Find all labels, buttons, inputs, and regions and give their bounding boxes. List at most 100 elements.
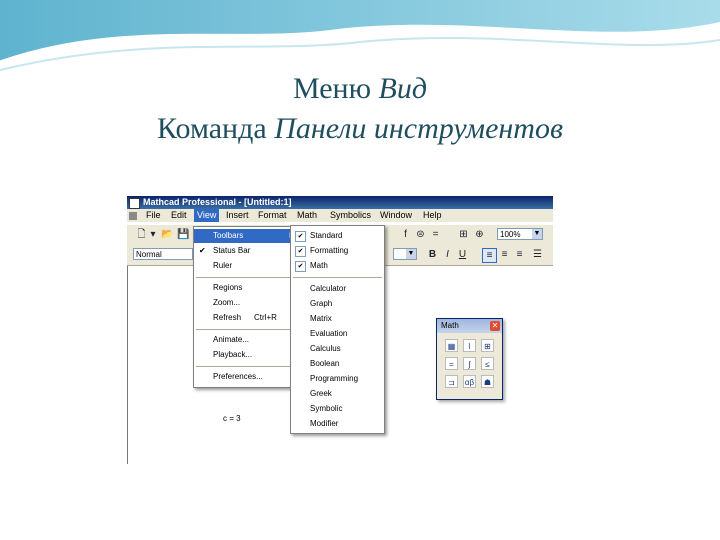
- menu-item-label: Greek: [310, 389, 332, 398]
- insert-function-icon[interactable]: f: [399, 228, 412, 241]
- chevron-down-icon[interactable]: ▼: [406, 249, 416, 259]
- calculate-icon[interactable]: =: [429, 228, 442, 241]
- view-menu-item-preferences[interactable]: Preferences...: [194, 370, 299, 384]
- menu-item-label: Playback...: [213, 350, 253, 359]
- menu-separator: [293, 277, 382, 278]
- checkmark-icon: ✔: [295, 231, 306, 242]
- align-left-icon[interactable]: ≡: [482, 248, 497, 263]
- menu-item-label: Symbolic: [310, 404, 343, 413]
- menu-item-label: Toolbars: [213, 231, 244, 240]
- menu-file[interactable]: File: [143, 209, 164, 222]
- new-dropdown-arrow-icon[interactable]: ▾: [149, 228, 157, 241]
- toolbar-item-standard[interactable]: ✔ Standard: [291, 228, 384, 243]
- graph-icon[interactable]: ⌇: [463, 339, 476, 352]
- matrix-icon[interactable]: ⊞: [481, 339, 494, 352]
- menu-view[interactable]: View: [194, 209, 220, 222]
- zoom-select[interactable]: 100% ▼: [497, 228, 543, 240]
- view-menu-item-refresh[interactable]: Refresh Ctrl+R: [194, 311, 299, 325]
- doc-icon: [129, 212, 137, 220]
- zoom-value: 100%: [500, 230, 521, 239]
- toolbar-item-symbolic[interactable]: Symbolic: [291, 401, 384, 416]
- view-menu-item-regions[interactable]: Regions: [194, 281, 299, 295]
- menu-item-label: Programming: [310, 374, 359, 383]
- align-center-icon[interactable]: ≡: [498, 248, 511, 261]
- menu-separator: [196, 366, 297, 367]
- component-icon[interactable]: ⊞: [457, 228, 470, 241]
- view-menu-item-toolbars[interactable]: Toolbars ▶: [194, 229, 299, 243]
- calculus-icon[interactable]: ∫: [463, 357, 476, 370]
- menu-item-label: Graph: [310, 299, 333, 308]
- slide-title-line-1: Меню Вид: [0, 72, 720, 106]
- toolbar-item-programming[interactable]: Programming: [291, 371, 384, 386]
- menu-format[interactable]: Format: [255, 209, 290, 222]
- math-palette-title: Math: [441, 321, 459, 330]
- font-size-select[interactable]: ▼: [393, 248, 417, 260]
- menu-item-label: Math: [310, 261, 328, 270]
- align-right-icon[interactable]: ≡: [513, 248, 526, 261]
- menu-item-label: Modifier: [310, 419, 339, 428]
- view-menu-item-zoom[interactable]: Zoom...: [194, 296, 299, 310]
- toolbar-item-graph[interactable]: Graph: [291, 296, 384, 311]
- view-menu-item-status-bar[interactable]: ✔ Status Bar: [194, 244, 299, 258]
- title-toolbars-words: Панели инструментов: [274, 112, 563, 145]
- math-palette: Math ✕ ▦ ⌇ ⊞ = ∫ ≤ ⊐ αβ ☗: [436, 318, 503, 400]
- toolbar-item-evaluation[interactable]: Evaluation: [291, 326, 384, 341]
- view-menu-dropdown: Toolbars ▶ ✔ Status Bar Ruler Regions Zo…: [193, 226, 300, 388]
- chevron-down-icon[interactable]: ▼: [532, 229, 542, 239]
- expression-region[interactable]: c = 3: [223, 414, 241, 423]
- menu-item-label: Formatting: [310, 246, 349, 255]
- menu-item-label: Matrix: [310, 314, 332, 323]
- insert-unit-icon[interactable]: ⊜: [414, 228, 427, 241]
- menu-math[interactable]: Math: [294, 209, 320, 222]
- bold-button[interactable]: B: [426, 248, 439, 261]
- menu-separator: [196, 277, 297, 278]
- window-title: Mathcad Professional - [Untitled:1]: [143, 197, 292, 207]
- menu-symbolics[interactable]: Symbolics: [327, 209, 374, 222]
- window-titlebar: Mathcad Professional - [Untitled:1]: [127, 196, 553, 209]
- programming-icon[interactable]: ⊐: [445, 375, 458, 388]
- menu-help[interactable]: Help: [420, 209, 445, 222]
- boolean-icon[interactable]: ≤: [481, 357, 494, 370]
- symbolic-icon[interactable]: ☗: [481, 375, 494, 388]
- slide-title-line-2: Команда Панели инструментов: [0, 112, 720, 146]
- toolbar-item-modifier[interactable]: Modifier: [291, 416, 384, 431]
- bullets-icon[interactable]: ☰: [531, 248, 544, 261]
- greek-icon[interactable]: αβ: [463, 375, 476, 388]
- toolbar-item-math[interactable]: ✔ Math: [291, 258, 384, 273]
- evaluation-icon[interactable]: =: [445, 357, 458, 370]
- toolbar-item-matrix[interactable]: Matrix: [291, 311, 384, 326]
- menu-item-label: Zoom...: [213, 298, 241, 307]
- resources-icon[interactable]: ⊕: [473, 228, 486, 241]
- toolbar-item-calculus[interactable]: Calculus: [291, 341, 384, 356]
- math-palette-titlebar[interactable]: Math ✕: [437, 319, 502, 333]
- toolbar-item-calculator[interactable]: Calculator: [291, 281, 384, 296]
- italic-button[interactable]: I: [441, 248, 454, 261]
- menu-item-label: Ruler: [213, 261, 233, 270]
- menu-item-shortcut: Ctrl+R: [254, 313, 277, 322]
- menu-separator: [196, 329, 297, 330]
- menu-insert[interactable]: Insert: [223, 209, 252, 222]
- view-menu-item-ruler[interactable]: Ruler: [194, 259, 299, 273]
- new-document-icon[interactable]: 🗋: [135, 228, 148, 241]
- underline-button[interactable]: U: [456, 248, 469, 261]
- menu-window[interactable]: Window: [377, 209, 415, 222]
- style-select[interactable]: Normal: [133, 248, 193, 260]
- toolbar-item-greek[interactable]: Greek: [291, 386, 384, 401]
- toolbar-item-boolean[interactable]: Boolean: [291, 356, 384, 371]
- menu-item-label: Standard: [310, 231, 343, 240]
- menu-item-label: Evaluation: [310, 329, 348, 338]
- menu-item-label: Status Bar: [213, 246, 251, 255]
- toolbar-item-formatting[interactable]: ✔ Formatting: [291, 243, 384, 258]
- close-icon[interactable]: ✕: [490, 321, 500, 331]
- checkmark-icon: ✔: [295, 261, 306, 272]
- calculator-icon[interactable]: ▦: [445, 339, 458, 352]
- menu-item-label: Calculus: [310, 344, 341, 353]
- menu-item-label: Calculator: [310, 284, 347, 293]
- menu-edit[interactable]: Edit: [168, 209, 190, 222]
- save-disk-icon[interactable]: 💾: [177, 228, 190, 241]
- open-folder-icon[interactable]: 📂: [161, 228, 174, 241]
- view-menu-item-animate[interactable]: Animate...: [194, 333, 299, 347]
- view-menu-item-playback[interactable]: Playback...: [194, 348, 299, 362]
- toolbars-submenu: ✔ Standard ✔ Formatting ✔ Math Calculato…: [290, 225, 385, 434]
- title-view-word: Вид: [378, 72, 428, 105]
